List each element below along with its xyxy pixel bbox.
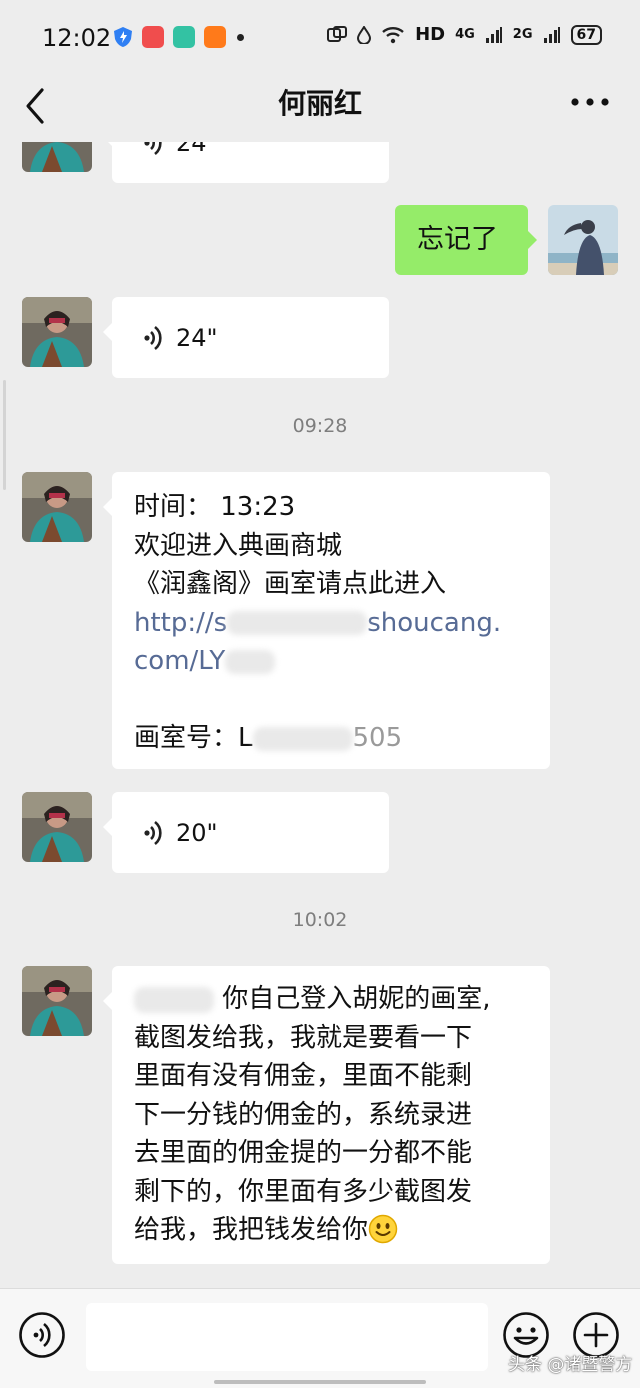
status-bar: 12:02 HD 4G 2G 67 <box>0 0 640 78</box>
smile-emoji-icon <box>368 1214 398 1244</box>
text-message-content: 你自己登入胡妮的画室, 截图发给我，我就是要看一下 里面有没有佣金，里面不能剩 … <box>112 966 550 1250</box>
wifi-icon <box>382 26 404 43</box>
contact-avatar[interactable] <box>22 297 92 367</box>
home-indicator[interactable] <box>214 1380 426 1384</box>
room-number-suffix: 505 <box>352 723 403 753</box>
voice-message-bubble[interactable]: 24" <box>103 297 389 378</box>
message-line: 时间： 13:23 <box>134 492 296 522</box>
redacted-blur <box>227 611 368 635</box>
timestamp: 10:02 <box>292 909 348 931</box>
nfc-icon <box>327 25 348 42</box>
message-line: 《润鑫阁》画室请点此进入 <box>134 569 447 599</box>
contact-avatar[interactable] <box>22 792 92 862</box>
status-indicators: HD 4G 2G 67 <box>327 24 602 45</box>
message-line: 欢迎进入典画商城 <box>134 530 343 561</box>
link-part[interactable]: shoucang. <box>367 608 501 638</box>
link-part[interactable]: com/LY <box>134 646 225 676</box>
voice-message-bubble[interactable]: 20" <box>103 792 389 873</box>
my-avatar[interactable] <box>548 205 618 275</box>
status-time: 12:02 <box>42 24 112 52</box>
sent-message-text: 忘记了 <box>417 224 498 255</box>
shield-app-icon <box>114 27 132 47</box>
more-options-icon[interactable] <box>570 96 610 108</box>
scroll-indicator <box>3 380 6 490</box>
contact-avatar[interactable] <box>22 142 92 172</box>
signal-2g-icon <box>543 26 560 43</box>
voice-duration: 20" <box>176 818 218 847</box>
voice-duration: 24 <box>176 142 207 157</box>
message-body: 截图发给我，我就是要看一下 里面有没有佣金，里面不能剩 下一分钱的佣金的，系统录… <box>134 1022 473 1246</box>
voice-duration: 24" <box>176 323 218 352</box>
contact-avatar[interactable] <box>22 472 92 542</box>
signal-4g-icon <box>485 26 502 43</box>
redacted-blur <box>134 986 214 1013</box>
orange-app-icon <box>142 26 164 48</box>
voice-input-icon[interactable] <box>18 1311 66 1359</box>
message-list[interactable]: 24 忘记了 24" 09:28 时间： 13:23 欢迎进入典画商城 《润鑫阁… <box>0 142 640 1288</box>
room-number-prefix: 画室号：L <box>134 723 253 753</box>
redacted-blur <box>252 726 353 751</box>
notification-dot <box>237 34 244 41</box>
watermark: 头条 @诸暨警方 <box>508 1355 633 1375</box>
battery-indicator: 67 <box>570 24 602 45</box>
message-input[interactable] <box>86 1303 488 1371</box>
chat-header: 何丽红 <box>0 78 640 142</box>
contact-avatar[interactable] <box>22 966 92 1036</box>
voice-wave-icon <box>144 820 162 845</box>
signal-4g-label: 4G <box>455 27 475 42</box>
text-message-bubble[interactable]: 时间： 13:23 欢迎进入典画商城 《润鑫阁》画室请点此进入 http://s… <box>103 472 550 769</box>
text-message-content: 时间： 13:23 欢迎进入典画商城 《润鑫阁》画室请点此进入 http://s… <box>112 472 550 758</box>
hd-label: HD <box>415 24 446 45</box>
drop-icon <box>357 25 372 44</box>
voice-message-bubble[interactable]: 24 <box>103 142 389 183</box>
voice-wave-icon <box>144 325 162 350</box>
green-app-icon <box>173 26 195 48</box>
chat-title: 何丽红 <box>277 87 362 120</box>
text-message-bubble[interactable]: 你自己登入胡妮的画室, 截图发给我，我就是要看一下 里面有没有佣金，里面不能剩 … <box>103 966 550 1264</box>
link-part[interactable]: http://s <box>134 608 227 638</box>
taobao-app-icon <box>204 26 226 48</box>
voice-wave-icon <box>144 142 162 155</box>
message-line: 你自己登入胡妮的画室, <box>222 984 491 1014</box>
sent-message-bubble[interactable]: 忘记了 <box>395 205 537 275</box>
signal-2g-label: 2G <box>512 27 533 42</box>
timestamp: 09:28 <box>292 415 348 437</box>
redacted-blur <box>225 649 276 674</box>
shop-link[interactable]: http://s shoucang. com/LY <box>134 608 501 677</box>
